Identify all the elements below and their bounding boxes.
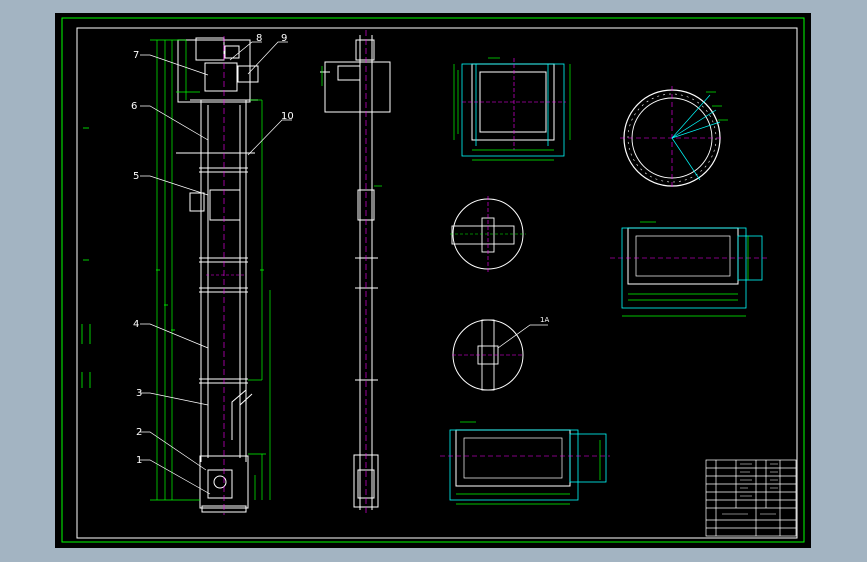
callout-5: 5 bbox=[133, 171, 139, 182]
callout-10: 10 bbox=[281, 111, 294, 122]
drawing-background bbox=[55, 13, 811, 548]
callout-1: 1 bbox=[136, 455, 142, 466]
callout-4: 4 bbox=[133, 319, 139, 330]
callout-6: 6 bbox=[131, 101, 137, 112]
callout-7: 7 bbox=[133, 50, 139, 61]
detail-label: 1A bbox=[540, 316, 549, 324]
callout-2: 2 bbox=[136, 427, 142, 438]
callout-8: 8 bbox=[256, 33, 262, 44]
callout-9: 9 bbox=[281, 33, 287, 44]
cad-drawing-viewer: 1 2 3 4 5 6 7 8 9 10 1A bbox=[0, 0, 867, 562]
cad-drawing-sheet: 1 2 3 4 5 6 7 8 9 10 1A bbox=[55, 13, 811, 548]
callout-3: 3 bbox=[136, 388, 142, 399]
